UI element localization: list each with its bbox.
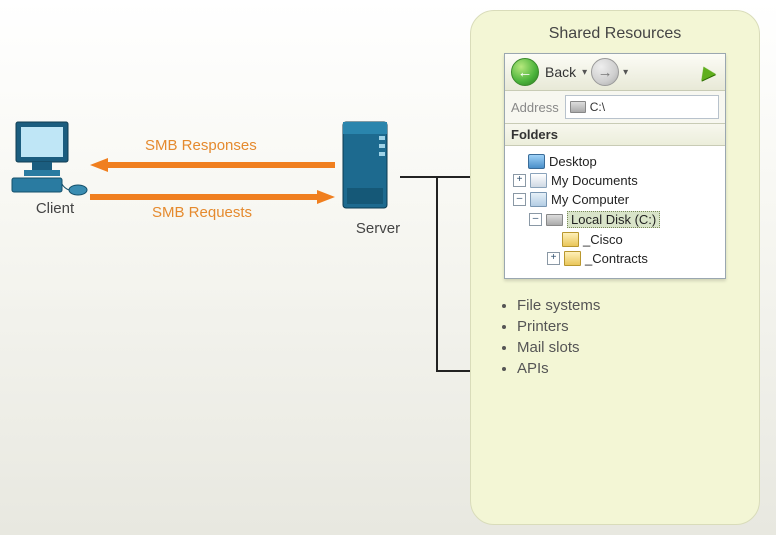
tree-desktop[interactable]: Desktop: [513, 152, 721, 171]
tree-label: Desktop: [549, 154, 597, 169]
back-dropdown-icon[interactable]: ▾: [582, 67, 587, 78]
folder-icon: [562, 232, 579, 247]
collapse-icon[interactable]: –: [529, 213, 542, 226]
wire-vertical: [436, 176, 438, 370]
up-button[interactable]: [693, 59, 719, 85]
bullet-item: Mail slots: [517, 339, 759, 356]
smb-requests-arrow: [90, 190, 335, 204]
folder-tree: Desktop + My Documents – My Computer –: [505, 146, 725, 278]
collapse-icon[interactable]: –: [513, 193, 526, 206]
explorer-toolbar: ← Back ▾ → ▾: [505, 54, 725, 91]
smb-responses-label: SMB Responses: [145, 137, 257, 154]
shared-resources-panel: Shared Resources ← Back ▾ → ▾ Address C:…: [470, 10, 760, 525]
tree-label: _Cisco: [583, 232, 623, 247]
address-label: Address: [511, 100, 559, 115]
server-label: Server: [333, 220, 423, 237]
tree-cisco[interactable]: _Cisco: [547, 230, 721, 249]
shared-resources-title: Shared Resources: [471, 25, 759, 43]
mycomputer-icon: [530, 192, 547, 207]
client-node: Client: [10, 118, 100, 217]
tree-localdisk[interactable]: – Local Disk (C:): [529, 209, 721, 230]
forward-dropdown-icon[interactable]: ▾: [623, 67, 628, 78]
toggle-icon: [513, 156, 524, 167]
toggle-icon: [547, 234, 558, 245]
back-button[interactable]: ←: [511, 58, 539, 86]
client-label: Client: [10, 200, 100, 217]
folder-icon: [564, 251, 581, 266]
address-bar: Address C:\: [505, 91, 725, 124]
bullet-item: Printers: [517, 318, 759, 335]
explorer-window: ← Back ▾ → ▾ Address C:\ Folders Desktop: [504, 53, 726, 279]
tree-label: My Documents: [551, 173, 638, 188]
disk-icon: [546, 214, 563, 226]
folders-header: Folders: [505, 124, 725, 146]
server-icon: [333, 118, 403, 218]
client-icon: [10, 118, 90, 196]
expand-icon[interactable]: +: [513, 174, 526, 187]
address-input[interactable]: C:\: [565, 95, 719, 119]
forward-button[interactable]: →: [591, 58, 619, 86]
desktop-icon: [528, 154, 545, 169]
smb-requests-label: SMB Requests: [152, 204, 252, 221]
tree-label-selected: Local Disk (C:): [567, 211, 660, 228]
smb-responses-arrow: [90, 158, 335, 172]
tree-contracts[interactable]: + _Contracts: [547, 249, 721, 268]
bullet-item: File systems: [517, 297, 759, 314]
bullet-item: APIs: [517, 360, 759, 377]
address-value: C:\: [590, 100, 605, 114]
mydocuments-icon: [530, 173, 547, 188]
tree-label: My Computer: [551, 192, 629, 207]
tree-mydocuments[interactable]: + My Documents: [513, 171, 721, 190]
back-label: Back: [545, 64, 576, 80]
disk-icon: [570, 101, 586, 113]
tree-label: _Contracts: [585, 251, 648, 266]
expand-icon[interactable]: +: [547, 252, 560, 265]
up-arrow-icon: [696, 63, 716, 81]
tree-mycomputer[interactable]: – My Computer: [513, 190, 721, 209]
shared-bullets: File systems Printers Mail slots APIs: [517, 297, 759, 377]
